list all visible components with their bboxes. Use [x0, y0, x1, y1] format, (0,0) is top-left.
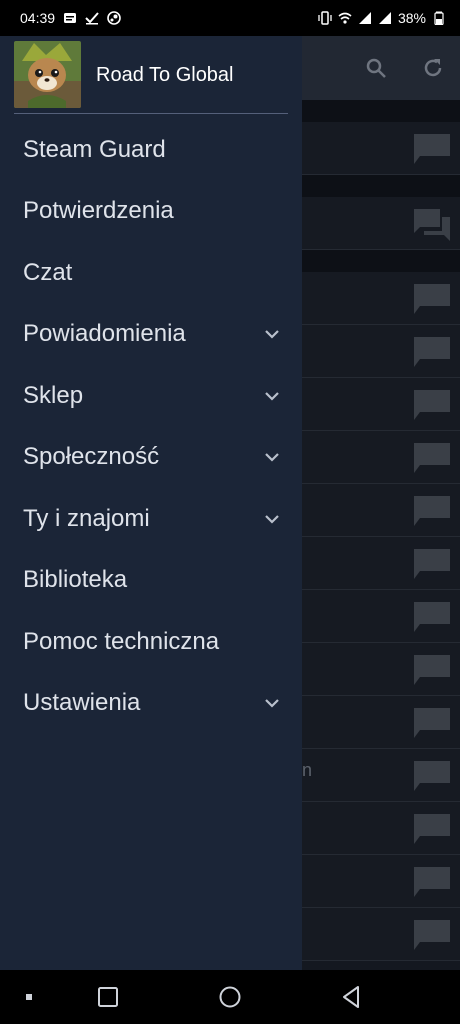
dot-button[interactable]	[16, 983, 44, 1011]
chat-bubble-icon[interactable]	[412, 441, 452, 475]
menu-item-label: Powiadomienia	[23, 320, 186, 348]
menu-item-steam-guard[interactable]: Steam Guard	[0, 119, 302, 181]
menu-item-label: Sklep	[23, 381, 84, 409]
home-button[interactable]	[216, 983, 244, 1011]
battery-icon	[434, 11, 444, 25]
chat-bubble-icon[interactable]	[412, 918, 452, 952]
menu-item-potwierdzenia[interactable]: Potwierdzenia	[0, 181, 302, 243]
header-divider	[14, 113, 288, 114]
battery-percent: 38%	[397, 10, 426, 26]
background-partial-text: n	[302, 760, 313, 780]
menu-item-pomoc-techniczna[interactable]: Pomoc techniczna	[0, 611, 302, 673]
menu-item-ty-i-znajomi[interactable]: Ty i znajomi	[0, 488, 302, 550]
drawer-header[interactable]: Road To Global	[0, 36, 302, 114]
fox-character-avatar-icon	[14, 41, 81, 108]
chat-bubble-icon[interactable]	[412, 600, 452, 634]
chat-bubble-icon[interactable]	[412, 865, 452, 899]
chat-bubble-icon[interactable]	[412, 388, 452, 422]
check-icon	[85, 12, 99, 25]
steam-icon	[107, 11, 121, 25]
menu-item-label: Steam Guard	[23, 135, 166, 163]
wifi-icon	[338, 12, 352, 24]
status-bar: 04:39 38%	[0, 0, 460, 36]
vibrate-icon	[318, 11, 332, 25]
chevron-down-icon[interactable]	[264, 512, 280, 526]
system-nav-bar	[0, 970, 460, 1024]
profile-name[interactable]: Road To Global	[96, 64, 234, 87]
chat-bubble-icon[interactable]	[412, 759, 452, 793]
status-time: 04:39	[20, 10, 56, 26]
notification-card-icon	[64, 13, 77, 23]
navigation-drawer: Road To Global Steam Guard Potwierdzenia C…	[0, 36, 302, 970]
chat-bubble-icon[interactable]	[412, 335, 452, 369]
back-button[interactable]	[338, 983, 366, 1011]
menu-item-label: Ustawienia	[23, 689, 141, 717]
menu-item-czat[interactable]: Czat	[0, 242, 302, 304]
chat-bubble-icon[interactable]	[412, 812, 452, 846]
menu-item-społeczność[interactable]: Społeczność	[0, 427, 302, 489]
chevron-down-icon[interactable]	[264, 327, 280, 341]
signal-2-icon	[378, 12, 391, 24]
menu-item-label: Czat	[23, 258, 73, 286]
menu-item-label: Społeczność	[23, 443, 160, 471]
chat-group-icon[interactable]	[412, 207, 452, 241]
menu-item-ustawienia[interactable]: Ustawienia	[0, 673, 302, 735]
chat-bubble-icon[interactable]	[412, 132, 452, 166]
menu-item-powiadomienia[interactable]: Powiadomienia	[0, 304, 302, 366]
menu-item-label: Biblioteka	[23, 566, 128, 594]
recents-button[interactable]	[94, 983, 122, 1011]
menu-item-sklep[interactable]: Sklep	[0, 365, 302, 427]
chat-bubble-icon[interactable]	[412, 494, 452, 528]
avatar[interactable]	[14, 41, 81, 108]
chat-bubble-icon[interactable]	[412, 706, 452, 740]
chat-bubble-icon[interactable]	[412, 653, 452, 687]
refresh-icon[interactable]	[421, 56, 445, 80]
chevron-down-icon[interactable]	[264, 696, 280, 710]
search-icon[interactable]	[364, 56, 388, 80]
chat-bubble-icon[interactable]	[412, 547, 452, 581]
menu-item-label: Pomoc techniczna	[23, 627, 220, 655]
chevron-down-icon[interactable]	[264, 450, 280, 464]
menu-item-label: Potwierdzenia	[23, 197, 174, 225]
chat-bubble-icon[interactable]	[412, 282, 452, 316]
chevron-down-icon[interactable]	[264, 389, 280, 403]
menu-item-label: Ty i znajomi	[23, 504, 150, 532]
drawer-menu: Steam Guard Potwierdzenia Czat Powiadomieni…	[0, 119, 302, 734]
signal-1-icon	[358, 12, 371, 24]
menu-item-biblioteka[interactable]: Biblioteka	[0, 550, 302, 612]
